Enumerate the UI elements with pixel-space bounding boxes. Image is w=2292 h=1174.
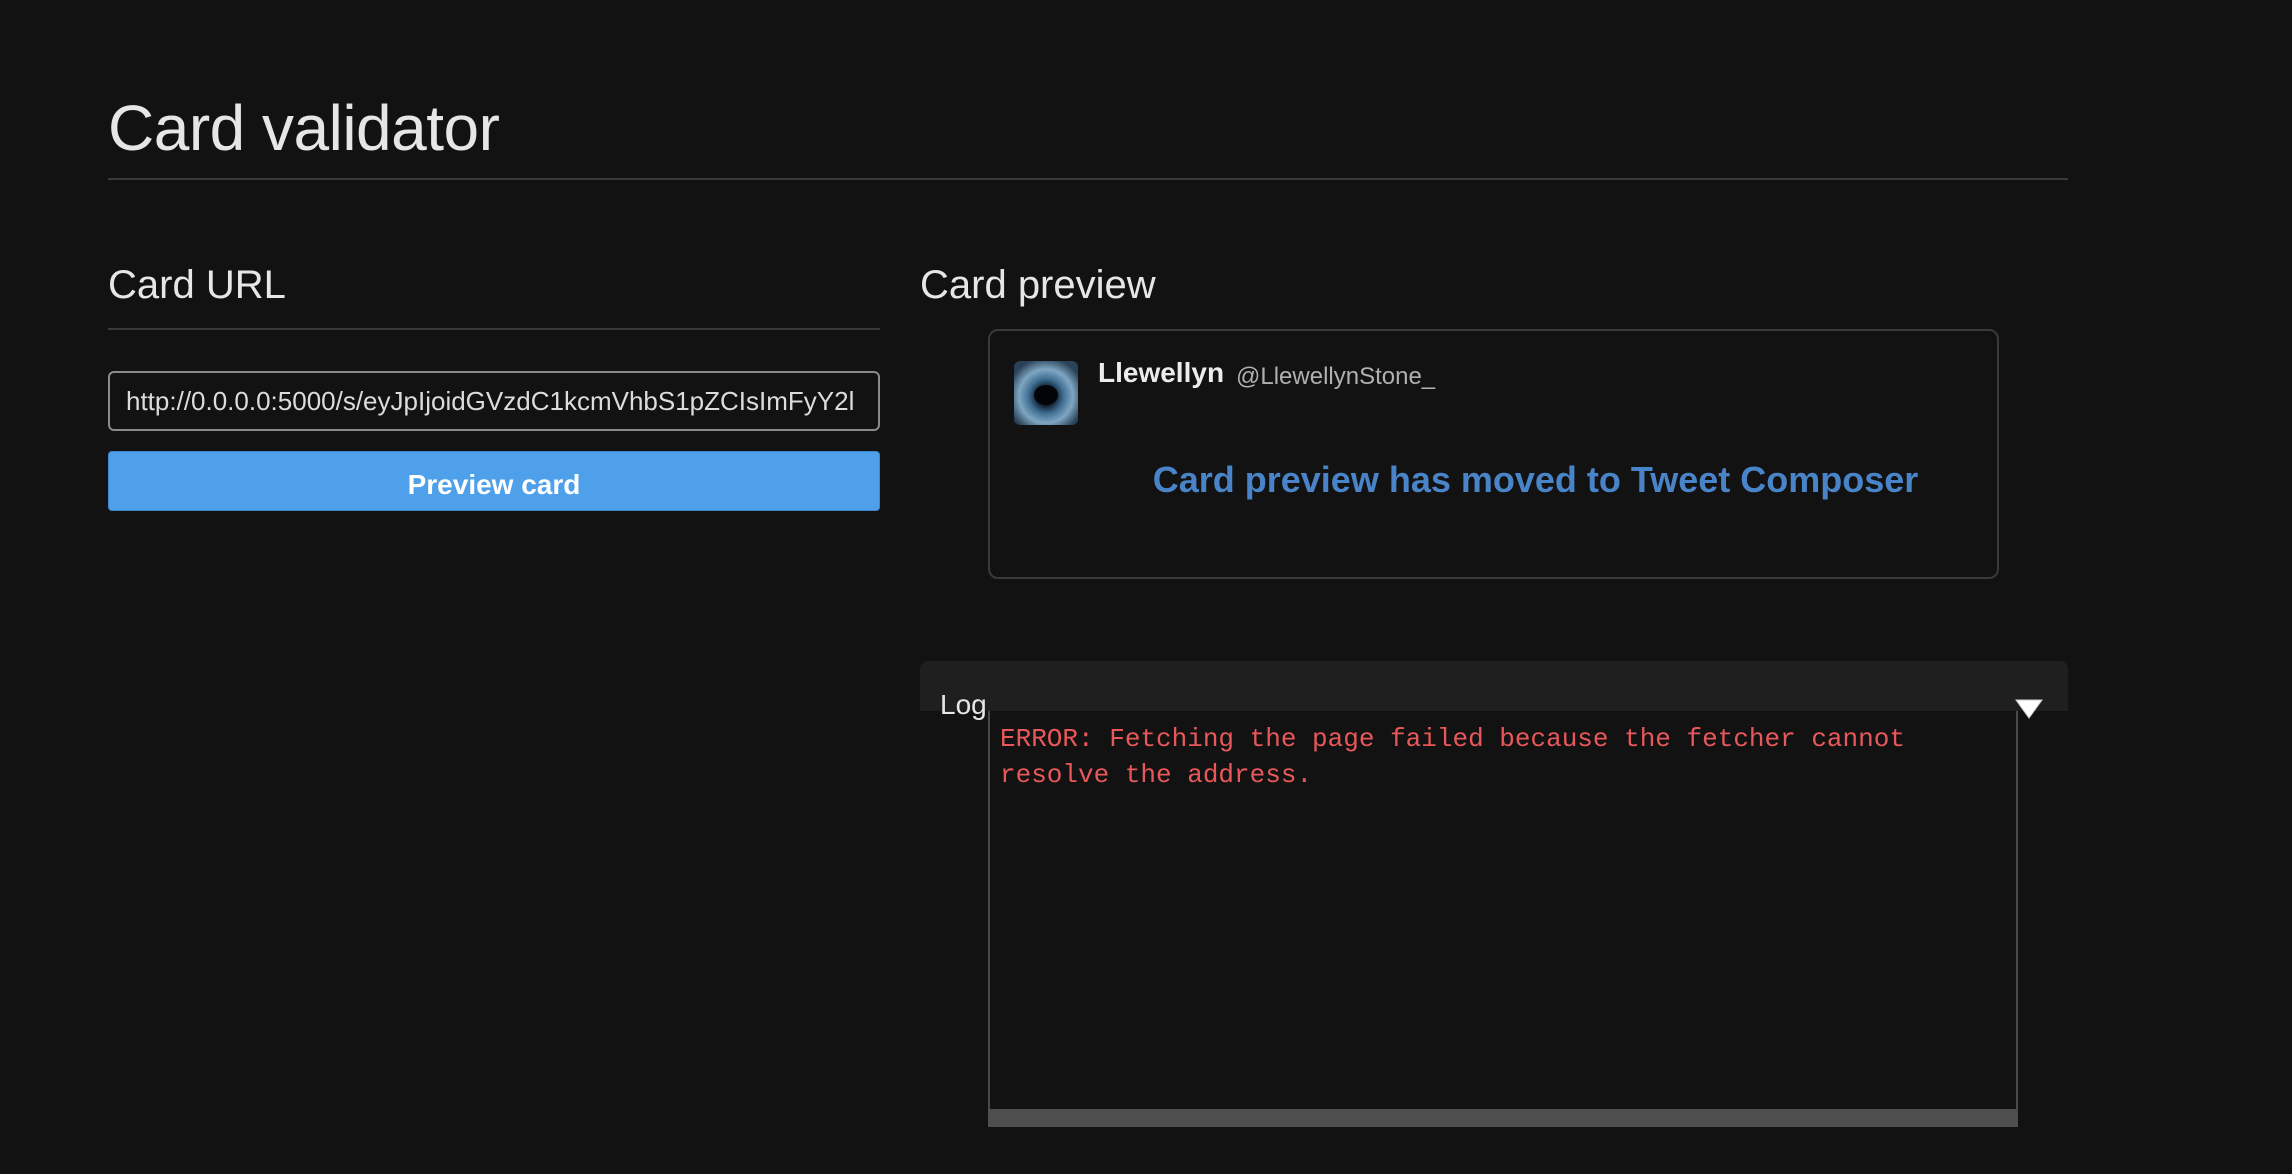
log-output[interactable]: ERROR: Fetching the page failed because … bbox=[988, 711, 2018, 1127]
title-divider bbox=[108, 178, 2068, 180]
author-handle[interactable]: @LlewellynStone_ bbox=[1236, 363, 1435, 391]
log-horizontal-scrollbar[interactable] bbox=[988, 1109, 2018, 1127]
card-url-heading: Card URL bbox=[108, 263, 286, 307]
tweet-preview-card: Llewellyn @LlewellynStone_ Card preview … bbox=[988, 329, 1999, 579]
card-url-input[interactable] bbox=[108, 371, 880, 431]
avatar[interactable] bbox=[1014, 361, 1078, 425]
tweet-composer-link[interactable]: Card preview has moved to Tweet Composer bbox=[990, 459, 2001, 501]
log-label: Log bbox=[940, 689, 987, 720]
log-panel: Log ERROR: Fetching the page failed beca… bbox=[920, 661, 2068, 1174]
page-title: Card validator bbox=[108, 92, 500, 164]
preview-card-button[interactable]: Preview card bbox=[108, 451, 880, 511]
author-name[interactable]: Llewellyn bbox=[1098, 357, 1224, 389]
card-url-divider bbox=[108, 328, 880, 330]
log-error-message: ERROR: Fetching the page failed because … bbox=[1000, 724, 1905, 790]
triangle-down-icon[interactable] bbox=[2014, 697, 2044, 721]
card-preview-heading: Card preview bbox=[920, 263, 1156, 307]
